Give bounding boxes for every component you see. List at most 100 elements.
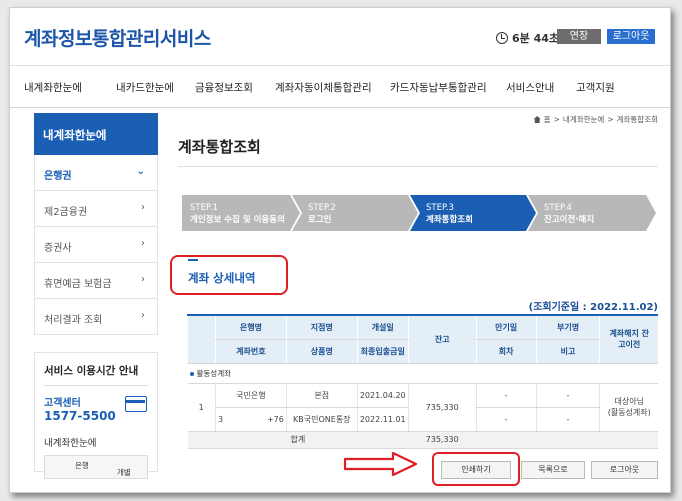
row-index: 1 bbox=[187, 383, 216, 432]
step-number: STEP.2 bbox=[308, 203, 336, 213]
chevron-right-icon: › bbox=[141, 310, 145, 321]
service-sub-title: 내계좌한눈에 bbox=[44, 438, 97, 449]
branch-name: 본점 bbox=[285, 383, 358, 408]
gnb-item[interactable]: 내카드한눈에 bbox=[116, 80, 174, 95]
table-header: 은행명 bbox=[214, 314, 287, 340]
account-detail-table: 은행명 지점명 개설일 잔고 만기일 부기명 계좌해지 잔고이전 계좌번호 상품… bbox=[187, 314, 658, 449]
sidebar-item-bank[interactable]: 은행권 ⌄ bbox=[34, 155, 158, 191]
chevron-down-icon: ⌄ bbox=[136, 166, 145, 177]
sidebar-item-label: 제2금융권 bbox=[44, 207, 88, 218]
step-number: STEP.3 bbox=[426, 203, 454, 213]
breadcrumb-separator: > bbox=[553, 115, 560, 124]
session-timer: 6분 44초 bbox=[496, 30, 559, 46]
breadcrumb-item[interactable]: 내계좌한눈에 bbox=[563, 114, 604, 125]
logout-button[interactable]: 로그아웃 bbox=[591, 461, 658, 479]
gnb-item[interactable]: 계좌자동이체통합관리 bbox=[275, 80, 372, 95]
breadcrumb-item[interactable]: 홈 bbox=[544, 114, 551, 125]
sidebar-item-secondary[interactable]: 제2금융권 › bbox=[34, 191, 158, 227]
screenshot-frame: 계좌정보통합관리서비스 6분 44초 연장 로그아웃 내계좌한눈에 내카드한눈에… bbox=[9, 7, 671, 493]
extend-session-button[interactable]: 연장 bbox=[557, 29, 601, 44]
step-label: 잔고이전·해지 bbox=[544, 215, 595, 225]
open-date: 2021.04.20 bbox=[356, 383, 409, 408]
sidebar-item-dormant[interactable]: 휴면예금 보험금 › bbox=[34, 263, 158, 299]
total-label: 합계 bbox=[187, 431, 409, 449]
chevron-right-icon: › bbox=[141, 202, 145, 213]
sidebar-item-label: 휴면예금 보험금 bbox=[44, 279, 112, 290]
table-header: 최종입출금일 bbox=[356, 339, 409, 364]
app-title[interactable]: 계좌정보통합관리서비스 bbox=[24, 24, 211, 51]
table-header: 지점명 bbox=[285, 314, 358, 340]
table-header: 계좌번호 bbox=[214, 339, 287, 364]
clock-icon bbox=[496, 32, 508, 44]
product-name: KB국민ONE통장 bbox=[285, 407, 358, 432]
closure-status-line: (활동성계좌) bbox=[607, 408, 651, 417]
step-number: STEP.1 bbox=[190, 203, 218, 213]
step-indicator: STEP.1 개인정보 수집 및 이용동의 STEP.2 로그인 STEP.3 … bbox=[182, 195, 658, 231]
last-transaction-date: 2022.11.01 bbox=[356, 407, 409, 432]
print-button[interactable]: 인쇄하기 bbox=[441, 461, 511, 479]
gnb-item[interactable]: 금융정보조회 bbox=[195, 80, 253, 95]
breadcrumb-item: 계좌통합조회 bbox=[616, 115, 658, 124]
step-number: STEP.4 bbox=[544, 203, 572, 213]
nickname: - bbox=[535, 383, 600, 408]
main-content: 홈 > 내계좌한눈에 > 계좌통합조회 계좌통합조회 STEP.1 개인정보 수… bbox=[170, 108, 658, 492]
table-header bbox=[187, 314, 216, 364]
service-hours-table: 은행 개별 bbox=[44, 455, 148, 479]
gnb-item[interactable]: 고객지원 bbox=[576, 80, 615, 95]
table-header: 잔고 bbox=[407, 314, 477, 364]
total-row: 합계 735,330 bbox=[187, 431, 658, 449]
gnb-item[interactable]: 서비스안내 bbox=[506, 80, 554, 95]
mini-table-col: 개별 bbox=[117, 468, 131, 477]
account-number-suffix: +76 bbox=[266, 414, 284, 424]
account-group-label: 활동성계좌 bbox=[196, 368, 232, 378]
table-row: 1 국민은행 본점 2021.04.20 735,330 - - 대상아님 (활… bbox=[187, 383, 658, 432]
step-label: 로그인 bbox=[308, 215, 332, 225]
total-empty bbox=[476, 431, 658, 449]
service-hours-title: 서비스 이용시간 안내 bbox=[44, 363, 148, 386]
table-header: 만기일 bbox=[475, 314, 537, 340]
step-2: STEP.2 로그인 bbox=[292, 195, 418, 231]
step-label: 개인정보 수집 및 이용동의 bbox=[190, 215, 285, 225]
section-title-highlight bbox=[170, 255, 288, 295]
chevron-right-icon: › bbox=[141, 238, 145, 249]
step-1: STEP.1 개인정보 수집 및 이용동의 bbox=[182, 195, 300, 231]
remark: - bbox=[535, 407, 600, 432]
table-header: 회차 bbox=[475, 339, 537, 364]
account-group-row: 활동성계좌 bbox=[187, 363, 658, 384]
breadcrumb: 홈 > 내계좌한눈에 > 계좌통합조회 bbox=[533, 114, 658, 125]
closure-status-line: 대상아님 bbox=[614, 397, 644, 406]
sidebar-item-label: 처리결과 조회 bbox=[44, 315, 103, 326]
breadcrumb-separator: > bbox=[607, 115, 614, 124]
service-hours-box: 서비스 이용시간 안내 고객센터 1577-5500 내계좌한눈에 은행 개별 bbox=[34, 352, 158, 479]
back-to-list-button[interactable]: 목록으로 bbox=[521, 461, 585, 479]
sidebar-item-label: 은행권 bbox=[44, 171, 72, 182]
table-header: 비고 bbox=[535, 339, 600, 364]
table-header: 부기명 bbox=[535, 314, 600, 340]
table-header: 개설일 bbox=[356, 314, 409, 340]
table-header: 계좌해지 잔고이전 bbox=[599, 314, 658, 364]
step-label: 계좌통합조회 bbox=[426, 215, 473, 225]
arrow-right-icon bbox=[343, 451, 418, 477]
bullet-icon bbox=[189, 371, 194, 376]
mini-table-col: 은행 bbox=[75, 461, 89, 470]
account-number: 3 +76 bbox=[214, 407, 287, 432]
title-divider bbox=[178, 166, 658, 167]
top-bar: 계좌정보통합관리서비스 6분 44초 연장 로그아웃 bbox=[10, 8, 670, 66]
total-value: 735,330 bbox=[408, 431, 477, 449]
sidebar-item-securities[interactable]: 증권사 › bbox=[34, 227, 158, 263]
logout-top-button[interactable]: 로그아웃 bbox=[607, 29, 655, 44]
query-date-note: (조회기준일 : 2022.11.02) bbox=[528, 302, 658, 313]
sidebar-item-results[interactable]: 처리결과 조회 › bbox=[34, 299, 158, 335]
gnb-item[interactable]: 내계좌한눈에 bbox=[24, 80, 82, 95]
gnb-item[interactable]: 카드자동납부통합관리 bbox=[390, 80, 487, 95]
page-title: 계좌통합조회 bbox=[178, 138, 261, 156]
step-3: STEP.3 계좌통합조회 bbox=[410, 195, 536, 231]
table-header: 상품명 bbox=[285, 339, 358, 364]
step-4: STEP.4 잔고이전·해지 bbox=[528, 195, 656, 231]
card-icon bbox=[125, 396, 147, 412]
global-nav: 내계좌한눈에 내카드한눈에 금융정보조회 계좌자동이체통합관리 카드자동납부통합… bbox=[10, 66, 670, 108]
closure-status: 대상아님 (활동성계좌) bbox=[599, 383, 658, 432]
timer-text: 6분 44초 bbox=[512, 32, 560, 45]
account-number-prefix: 3 bbox=[217, 414, 224, 424]
sidebar-head: 내계좌한눈에 bbox=[34, 113, 158, 155]
